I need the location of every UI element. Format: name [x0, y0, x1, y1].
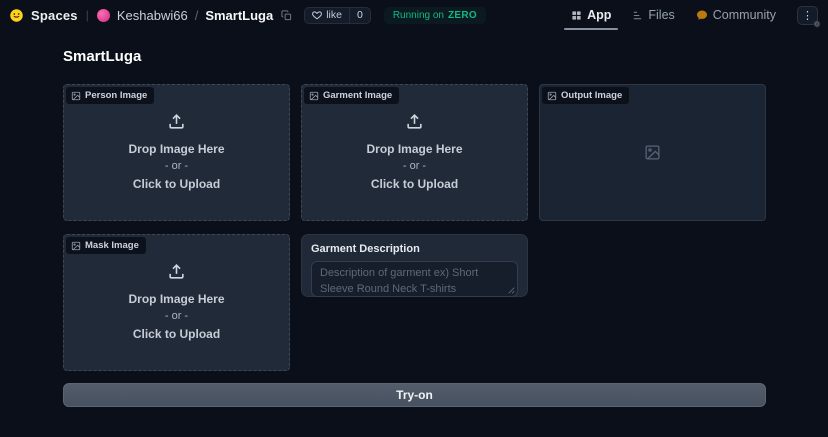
- garment-image-dropzone[interactable]: Garment Image Drop Image Here - or - Cli…: [301, 84, 528, 221]
- tab-community[interactable]: Community: [696, 0, 776, 30]
- or-text: - or -: [164, 309, 189, 322]
- tab-files[interactable]: Files: [632, 0, 675, 30]
- files-icon: [634, 11, 642, 19]
- image-icon: [71, 241, 81, 250]
- garment-description-input[interactable]: [311, 261, 518, 297]
- output-image-label: Output Image: [542, 87, 630, 104]
- click-to-upload-text: Click to Upload: [370, 177, 459, 192]
- garment-description-label: Garment Description: [311, 243, 420, 255]
- top-navbar: Spaces | Keshabwi66 / SmartLuga like 0 R…: [0, 0, 828, 30]
- image-placeholder-icon: [645, 145, 660, 160]
- running-prefix: Running on: [392, 9, 444, 21]
- or-text: - or -: [402, 159, 427, 172]
- drop-text: Drop Image Here: [128, 141, 225, 156]
- tab-app-label: App: [587, 8, 612, 22]
- tab-files-label: Files: [648, 8, 675, 22]
- owner-link[interactable]: Keshabwi66: [117, 8, 188, 23]
- output-image-panel: Output Image: [539, 84, 766, 221]
- drop-text: Drop Image Here: [128, 291, 225, 306]
- click-to-upload-text: Click to Upload: [132, 327, 221, 342]
- upload-icon: [169, 263, 184, 279]
- image-icon: [547, 91, 557, 100]
- tab-community-label: Community: [712, 8, 776, 22]
- heart-icon: [312, 11, 323, 20]
- community-icon: [696, 10, 707, 20]
- app-content: SmartLuga Person Image Drop Image Here -…: [0, 30, 828, 407]
- space-menu-button[interactable]: ⋮: [797, 5, 821, 27]
- upload-icon: [169, 113, 184, 129]
- person-image-dropzone[interactable]: Person Image Drop Image Here - or - Clic…: [63, 84, 290, 221]
- person-image-label: Person Image: [66, 87, 155, 104]
- widget-grid: Person Image Drop Image Here - or - Clic…: [63, 84, 766, 371]
- garment-description-panel: Garment Description: [301, 234, 528, 297]
- garment-image-label: Garment Image: [304, 87, 400, 104]
- running-status-badge[interactable]: Running on ZERO: [383, 6, 486, 24]
- breadcrumb-separator: /: [194, 7, 199, 23]
- like-label: like: [326, 9, 342, 21]
- upload-icon: [407, 113, 422, 129]
- tab-app[interactable]: App: [564, 0, 619, 30]
- or-text: - or -: [164, 159, 189, 172]
- navbar-tabs: App Files Community ⋮: [564, 0, 821, 30]
- mask-image-dropzone[interactable]: Mask Image Drop Image Here - or - Click …: [63, 234, 290, 371]
- like-button[interactable]: like 0: [304, 6, 371, 24]
- drop-text: Drop Image Here: [366, 141, 463, 156]
- ellipsis-icon: ⋮: [802, 9, 813, 22]
- owner-avatar[interactable]: [96, 8, 110, 22]
- copy-icon[interactable]: [281, 9, 292, 21]
- space-name-link[interactable]: SmartLuga: [205, 8, 273, 23]
- image-icon: [71, 91, 81, 100]
- image-icon: [309, 91, 319, 100]
- app-icon: [572, 10, 581, 20]
- mask-image-label: Mask Image: [66, 237, 146, 254]
- huggingface-logo-icon[interactable]: [9, 8, 24, 23]
- navbar-divider: |: [85, 8, 89, 22]
- try-on-button[interactable]: Try-on: [63, 383, 766, 407]
- page-title: SmartLuga: [63, 48, 142, 65]
- click-to-upload-text: Click to Upload: [132, 177, 221, 192]
- running-hardware: ZERO: [447, 9, 477, 21]
- like-count[interactable]: 0: [348, 7, 370, 23]
- gear-icon: [813, 20, 821, 27]
- spaces-link[interactable]: Spaces: [31, 8, 78, 23]
